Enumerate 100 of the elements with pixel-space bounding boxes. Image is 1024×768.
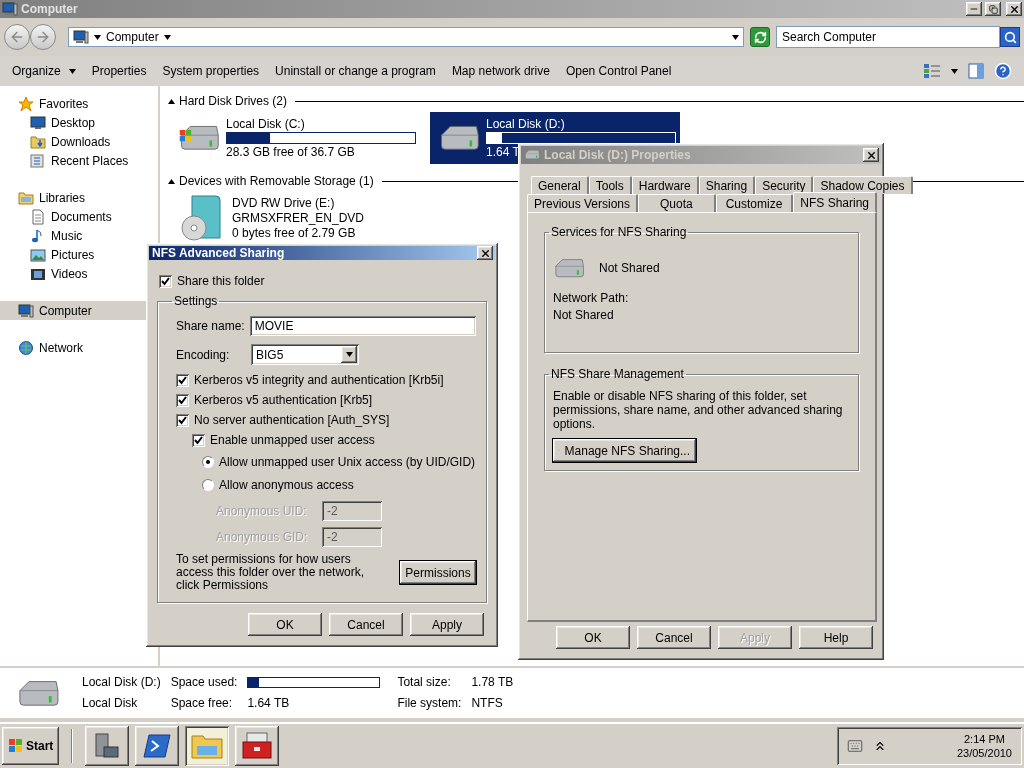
nav-item[interactable]: Libraries bbox=[0, 188, 90, 207]
address-field[interactable]: Computer bbox=[68, 27, 744, 47]
nav-item[interactable]: Videos bbox=[0, 264, 92, 283]
tab[interactable]: Previous Versions bbox=[527, 194, 639, 212]
drive-icon bbox=[553, 257, 585, 280]
taskbar-button[interactable] bbox=[235, 726, 280, 766]
radio-label: Allow unmapped user Unix access (by UID/GID) bbox=[219, 455, 476, 469]
tab[interactable]: Shadow Copies bbox=[813, 176, 913, 194]
detail-label: Total size: bbox=[397, 675, 451, 690]
caret-icon bbox=[94, 34, 101, 40]
close-button[interactable] bbox=[1006, 2, 1022, 16]
minimize-button[interactable] bbox=[966, 2, 982, 16]
detail-label: Space free: bbox=[170, 696, 233, 711]
checkbox[interactable] bbox=[159, 274, 172, 288]
nav-item[interactable]: Downloads bbox=[0, 132, 115, 151]
checkbox[interactable] bbox=[176, 393, 189, 407]
caret-icon bbox=[345, 352, 353, 357]
drive-name: DVD RW Drive (E:) bbox=[232, 196, 335, 210]
close-button[interactable] bbox=[477, 246, 493, 260]
caret-icon bbox=[951, 68, 958, 74]
nav-item[interactable]: Network bbox=[0, 338, 87, 357]
taskbar-button[interactable] bbox=[85, 726, 130, 766]
clock-date: 23/05/2010 bbox=[956, 746, 1012, 760]
start-button[interactable]: Start bbox=[2, 727, 60, 765]
nav-item[interactable]: Music bbox=[0, 226, 87, 245]
permissions-note: To set permissions for how users access this folder over the network, click Permissions bbox=[176, 553, 366, 592]
permissions-button[interactable]: Permissions bbox=[400, 561, 476, 584]
radio-label: Allow anonymous access bbox=[219, 478, 354, 492]
nav-item[interactable]: Pictures bbox=[0, 245, 99, 264]
toolbar-button[interactable]: Open Control Panel bbox=[557, 59, 680, 83]
dialog-button[interactable]: OK bbox=[248, 613, 322, 636]
checkbox-label: Kerberos v5 integrity and authentication [Krb5i] bbox=[194, 373, 444, 387]
drive-info: 0 bytes free of 2.79 GB bbox=[232, 226, 356, 240]
menu-button[interactable]: Organize bbox=[4, 59, 84, 83]
toolbar-button[interactable]: Properties bbox=[83, 59, 155, 83]
breadcrumb[interactable]: Computer bbox=[106, 30, 159, 44]
taskbar-button[interactable] bbox=[135, 726, 180, 766]
refresh-button[interactable] bbox=[750, 27, 770, 47]
drive-name: Local Disk (D:) bbox=[82, 675, 161, 690]
view-menu-button[interactable] bbox=[951, 68, 958, 74]
folder-icon bbox=[18, 189, 34, 206]
computer-icon bbox=[18, 302, 34, 319]
search-field[interactable]: Search Computer bbox=[776, 26, 1000, 48]
toolbar-button[interactable]: Map network drive bbox=[443, 59, 558, 83]
search-button[interactable] bbox=[1000, 27, 1020, 47]
forward-button[interactable] bbox=[30, 24, 56, 50]
star-icon bbox=[18, 95, 34, 112]
nav-item[interactable]: Recent Places bbox=[0, 151, 133, 170]
dialog-button[interactable]: Help bbox=[799, 626, 873, 649]
terminal-icon bbox=[143, 733, 172, 759]
tab[interactable]: Hardware bbox=[631, 176, 699, 194]
nav-item[interactable]: Desktop bbox=[0, 113, 100, 132]
group-header[interactable]: Devices with Removable Storage (1) bbox=[179, 174, 374, 188]
tab[interactable]: Tools bbox=[588, 176, 632, 194]
computer-icon bbox=[2, 1, 18, 17]
toolbar-button[interactable]: System properties bbox=[154, 59, 268, 83]
computer-icon bbox=[73, 29, 89, 45]
nav-item[interactable]: Favorites bbox=[0, 94, 93, 113]
taskbar-button[interactable] bbox=[185, 726, 230, 766]
tab[interactable]: Sharing bbox=[698, 176, 756, 194]
checkbox[interactable] bbox=[176, 373, 189, 387]
close-button[interactable] bbox=[863, 148, 879, 162]
tab[interactable]: Security bbox=[755, 176, 814, 194]
drive-tile[interactable]: Local Disk (C:) 28.3 GB free of 36.7 GB bbox=[170, 112, 420, 164]
manage-sharing-button[interactable]: Manage NFS Sharing... bbox=[553, 439, 696, 462]
radio-button[interactable] bbox=[202, 479, 214, 491]
tab[interactable]: NFS Sharing bbox=[793, 192, 877, 212]
share-status: Not Shared bbox=[599, 261, 660, 276]
tab[interactable]: General bbox=[531, 176, 589, 194]
restore-button[interactable] bbox=[985, 2, 1001, 16]
drive-icon bbox=[524, 149, 540, 161]
picture-icon bbox=[30, 246, 46, 263]
folder-icon bbox=[30, 133, 46, 150]
drive-type: Local Disk bbox=[82, 696, 138, 711]
group-header[interactable]: Hard Disk Drives (2) bbox=[179, 94, 287, 108]
back-button[interactable] bbox=[4, 24, 30, 50]
drive-tile[interactable]: DVD RW Drive (E:) GRMSXFRER_EN_DVD 0 bytes free of 2.79 GB bbox=[170, 192, 420, 244]
dialog-button[interactable]: OK bbox=[556, 626, 630, 649]
radio-button[interactable] bbox=[202, 456, 214, 468]
drive-info: GRMSXFRER_EN_DVD bbox=[232, 211, 365, 225]
detail-value: 1.64 TB bbox=[247, 696, 290, 711]
toolbar-button[interactable]: Uninstall or change a program bbox=[267, 59, 444, 83]
detail-label: Space used: bbox=[170, 675, 238, 690]
dialog-button[interactable]: Cancel bbox=[637, 626, 711, 649]
dialog-button[interactable]: Apply bbox=[410, 613, 484, 636]
checkbox[interactable] bbox=[192, 433, 205, 447]
keyboard-icon[interactable] bbox=[846, 738, 863, 754]
share-name-field[interactable]: MOVIE bbox=[249, 316, 476, 336]
checkbox[interactable] bbox=[176, 413, 189, 427]
tab[interactable]: Quota bbox=[638, 194, 716, 212]
restore-icon bbox=[988, 4, 998, 14]
view-options-button[interactable] bbox=[923, 63, 941, 79]
field-value: Not Shared bbox=[553, 308, 614, 323]
dialog-button[interactable]: Cancel bbox=[329, 613, 403, 636]
tab[interactable]: Customize bbox=[715, 194, 794, 212]
nav-item[interactable]: Documents bbox=[0, 207, 116, 226]
help-button[interactable] bbox=[994, 62, 1012, 80]
preview-pane-button[interactable] bbox=[968, 63, 984, 79]
encoding-dropdown[interactable]: BIG5 bbox=[251, 344, 359, 365]
detail-value: 1.78 TB bbox=[471, 675, 514, 690]
